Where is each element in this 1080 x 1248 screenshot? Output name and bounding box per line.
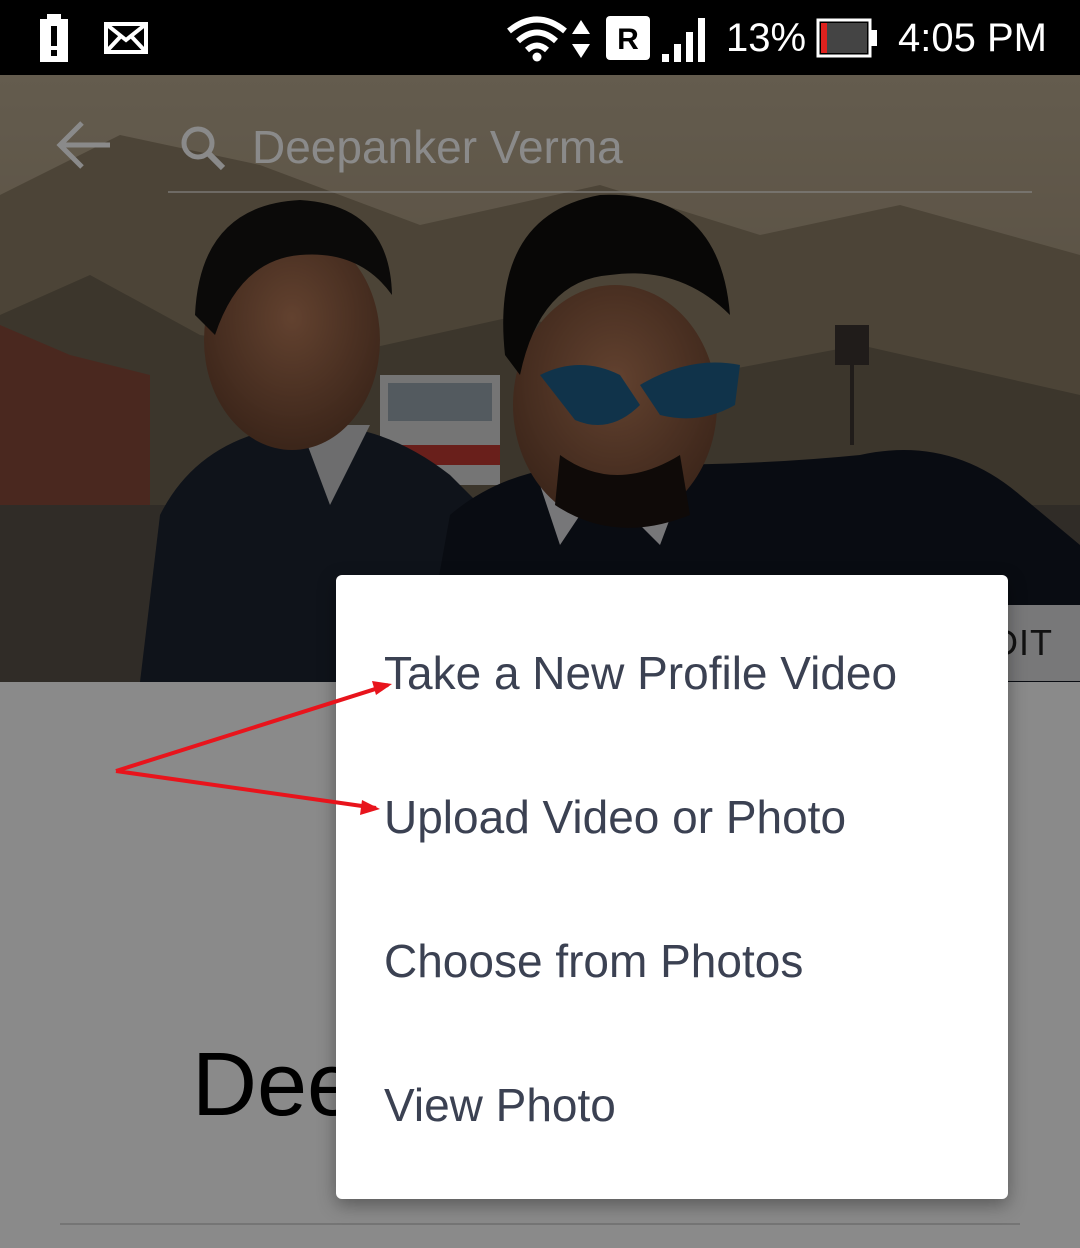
battery-alert-icon	[40, 14, 68, 62]
menu-item-label: Choose from Photos	[384, 935, 804, 987]
profile-screen: Deepanker Verma EDIT Deepanker Verma Tak…	[0, 75, 1080, 1248]
menu-item-label: Take a New Profile Video	[384, 647, 898, 699]
profile-picture-menu: Take a New Profile Video Upload Video or…	[336, 575, 1008, 1199]
menu-item-label: Upload Video or Photo	[384, 791, 847, 843]
menu-item-label: View Photo	[384, 1079, 616, 1131]
menu-item-take-profile-video[interactable]: Take a New Profile Video	[336, 599, 1008, 743]
roaming-icon: R	[606, 16, 650, 60]
signal-icon	[662, 18, 705, 62]
clock: 4:05 PM	[898, 16, 1047, 60]
svg-text:R: R	[617, 23, 639, 56]
menu-item-view-photo[interactable]: View Photo	[336, 1031, 1008, 1175]
wifi-icon	[507, 16, 567, 62]
data-arrows-icon	[572, 20, 590, 58]
battery-percent-text: 13%	[726, 16, 807, 60]
menu-item-choose-from-photos[interactable]: Choose from Photos	[336, 887, 1008, 1031]
battery-icon	[816, 18, 877, 58]
mail-icon	[104, 22, 148, 54]
menu-item-upload-video-or-photo[interactable]: Upload Video or Photo	[336, 743, 1008, 887]
status-bar: R 13% 4:05 PM	[0, 0, 1080, 75]
